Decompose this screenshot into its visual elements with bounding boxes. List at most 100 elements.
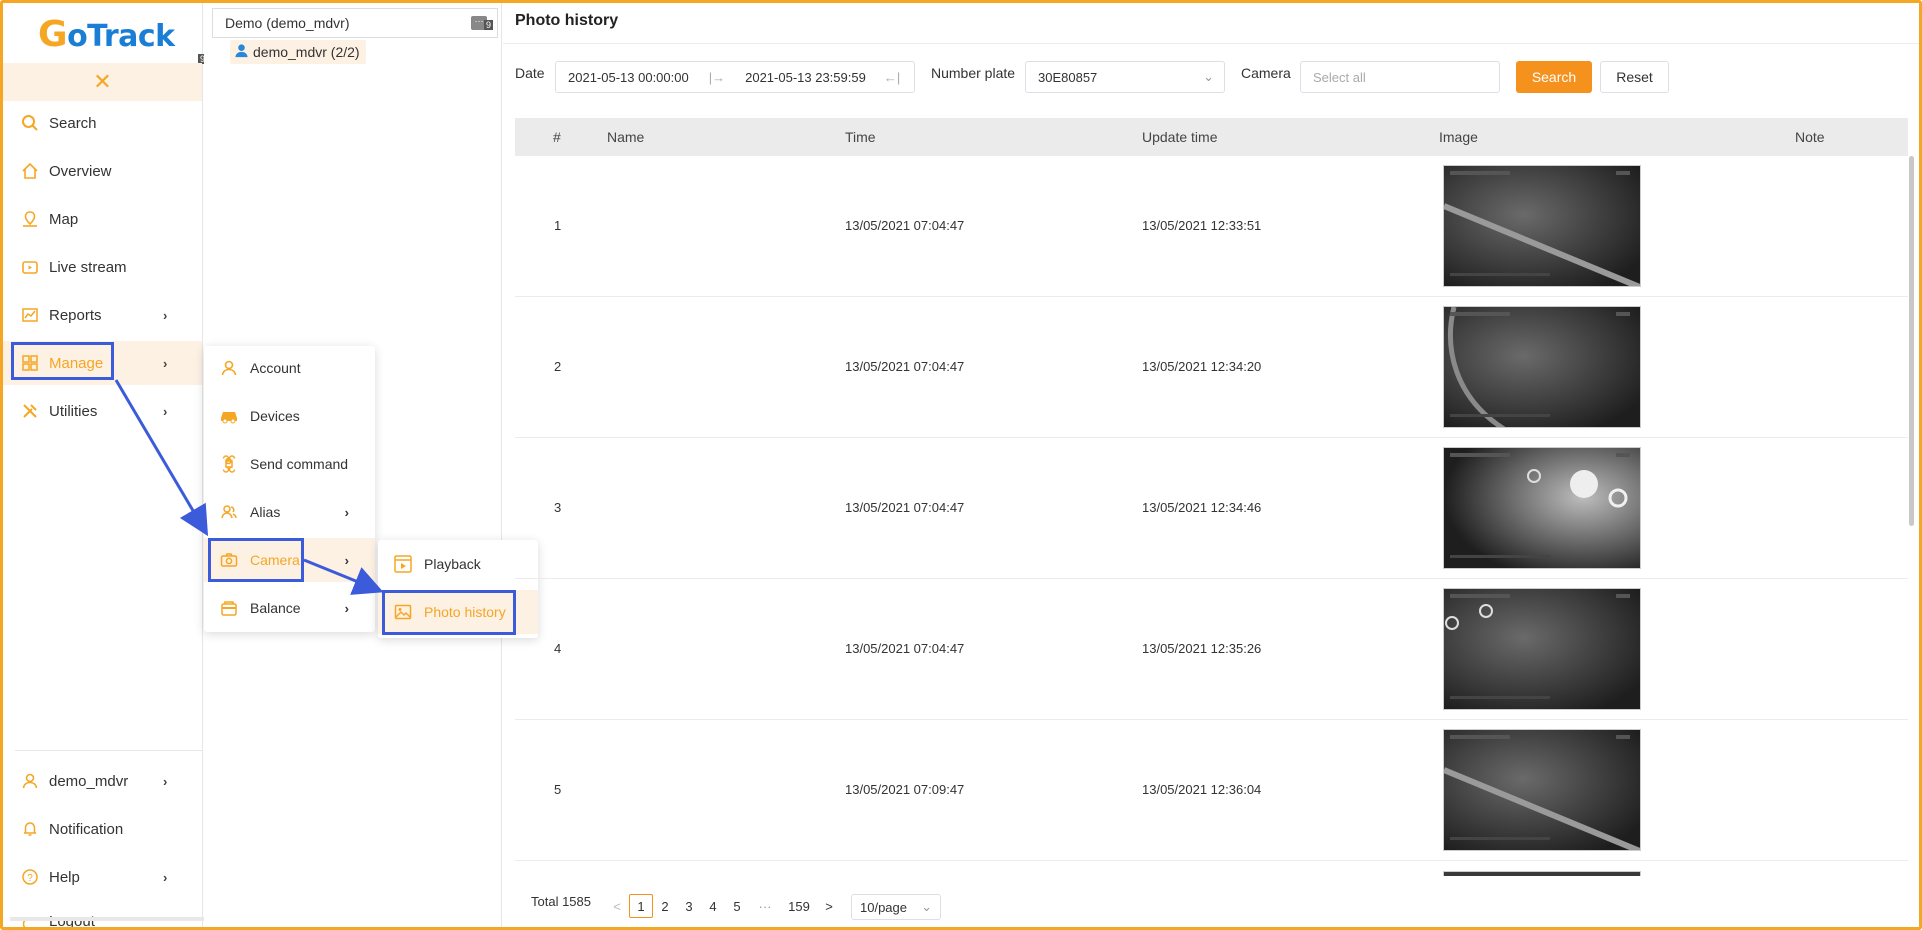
- user-icon: [234, 43, 249, 61]
- sidebar-item-overview[interactable]: Overview: [3, 149, 202, 193]
- photo-thumbnail-partial[interactable]: [1443, 871, 1641, 876]
- camera-select[interactable]: Select all: [1300, 61, 1500, 93]
- chevron-right-icon: ›: [344, 504, 349, 520]
- reset-button[interactable]: Reset: [1600, 61, 1669, 93]
- row-time: 13/05/2021 07:04:47: [845, 359, 965, 374]
- sidebar-item-label: Notification: [49, 820, 124, 838]
- column-header-update-time: Update time: [1142, 129, 1218, 145]
- sidebar-item-live-stream[interactable]: Live stream: [3, 245, 202, 289]
- search-button[interactable]: Search: [1516, 61, 1592, 93]
- photo-thumbnail[interactable]: [1443, 306, 1641, 428]
- page-button-last[interactable]: 159: [785, 894, 813, 918]
- photo-timestamp-overlay: [1450, 735, 1510, 739]
- menu-item-send-command[interactable]: Send command: [204, 442, 375, 486]
- sidebar-item-manage[interactable]: Manage ›: [3, 341, 202, 385]
- menu-item-label: Balance: [250, 600, 301, 616]
- table-row[interactable]: 2 13/05/2021 07:04:47 13/05/2021 12:34:20: [515, 297, 1908, 438]
- table-row[interactable]: 1 13/05/2021 07:04:47 13/05/2021 12:33:51: [515, 156, 1908, 297]
- photo-footer-overlay: [1450, 414, 1550, 417]
- photo-thumbnail-image: [1444, 589, 1640, 709]
- chevron-right-icon: ›: [163, 307, 168, 323]
- menu-item-label: Photo history: [424, 604, 506, 620]
- next-page-button[interactable]: >: [821, 894, 837, 918]
- menu-item-alias[interactable]: Alias ›: [204, 490, 375, 534]
- camera-select-placeholder: Select all: [1313, 69, 1366, 85]
- sidebar-item-utilities[interactable]: Utilities ›: [3, 389, 202, 433]
- tree-collapse-tag[interactable]: 9: [484, 20, 494, 30]
- tools-icon: [19, 400, 41, 422]
- row-update-time: 13/05/2021 12:33:51: [1142, 218, 1262, 233]
- pagination-total: Total 1585: [531, 894, 591, 909]
- search-icon: [19, 112, 41, 134]
- page-button-4[interactable]: 4: [703, 894, 723, 918]
- page-button-2[interactable]: 2: [655, 894, 675, 918]
- sidebar-item-reports[interactable]: Reports ›: [3, 293, 202, 337]
- sidebar-item-help[interactable]: ? Help ›: [3, 855, 202, 899]
- chart-icon: [19, 304, 41, 326]
- date-from-value[interactable]: 2021-05-13 00:00:00: [568, 70, 689, 85]
- row-update-time: 13/05/2021 12:34:46: [1142, 500, 1262, 515]
- user-icon: [19, 770, 41, 792]
- sidebar-item-notification[interactable]: Notification: [3, 807, 202, 851]
- gotrack-logo[interactable]: GoTrack: [38, 11, 175, 57]
- range-end-icon: ←|: [883, 69, 901, 85]
- sidebar-item-logout[interactable]: Logout: [3, 903, 202, 927]
- help-icon: ?: [19, 866, 41, 888]
- page-size-value: 10/page: [860, 899, 907, 915]
- menu-item-label: Camera: [250, 552, 300, 568]
- menu-item-camera[interactable]: Camera ›: [204, 538, 375, 582]
- row-update-time: 13/05/2021 12:35:26: [1142, 641, 1262, 656]
- sidebar-item-user[interactable]: demo_mdvr ›: [3, 759, 202, 803]
- row-time: 13/05/2021 07:04:47: [845, 500, 965, 515]
- page-button-3[interactable]: 3: [679, 894, 699, 918]
- date-label: Date: [515, 65, 545, 81]
- table-row[interactable]: 3 13/05/2021 07:04:47 13/05/2021 12:34:46: [515, 438, 1908, 579]
- menu-item-label: Account: [250, 360, 301, 376]
- menu-item-devices[interactable]: Devices: [204, 394, 375, 438]
- user-icon: [218, 359, 240, 377]
- image-icon: [392, 604, 414, 620]
- number-plate-select[interactable]: 30E80857 ⌄: [1025, 61, 1225, 93]
- table-row[interactable]: 4 13/05/2021 07:04:47 13/05/2021 12:35:26: [515, 579, 1908, 720]
- date-range-picker[interactable]: 2021-05-13 00:00:00 |→ 2021-05-13 23:59:…: [555, 61, 915, 93]
- menu-item-label: Playback: [424, 556, 481, 572]
- camera-icon: [218, 552, 240, 568]
- title-divider: [503, 43, 1919, 44]
- photo-channel-overlay: [1616, 594, 1630, 598]
- close-menu-button[interactable]: ✕: [3, 63, 202, 101]
- row-time: 13/05/2021 07:09:47: [845, 782, 965, 797]
- photo-channel-overlay: [1616, 735, 1630, 739]
- home-icon: [19, 160, 41, 182]
- row-time: 13/05/2021 07:04:47: [845, 641, 965, 656]
- sidebar-item-label: Search: [49, 114, 97, 132]
- row-number: 3: [554, 500, 562, 515]
- table-scrollbar[interactable]: [1909, 156, 1914, 526]
- tree-node-demo-mdvr[interactable]: demo_mdvr (2/2): [230, 40, 366, 64]
- sidebar: GoTrack 9 ✕ Search Overview Map Live str…: [3, 3, 208, 927]
- page-button-1[interactable]: 1: [629, 894, 653, 918]
- sidebar-item-map[interactable]: Map: [3, 197, 202, 241]
- menu-item-balance[interactable]: Balance ›: [204, 586, 375, 630]
- photo-thumbnail-image: [1444, 307, 1640, 427]
- account-select[interactable]: Demo (demo_mdvr) ···: [212, 8, 498, 38]
- number-plate-value: 30E80857: [1038, 69, 1098, 85]
- sidebar-item-search[interactable]: Search: [3, 101, 202, 145]
- photo-thumbnail[interactable]: [1443, 447, 1641, 569]
- photo-thumbnail[interactable]: [1443, 165, 1641, 287]
- menu-item-account[interactable]: Account: [204, 346, 375, 390]
- photo-footer-overlay: [1450, 273, 1550, 276]
- photo-thumbnail[interactable]: [1443, 588, 1641, 710]
- camera-label: Camera: [1241, 65, 1291, 81]
- page-button-5[interactable]: 5: [727, 894, 747, 918]
- page-size-select[interactable]: 10/page ⌄: [851, 894, 941, 920]
- page-ellipsis[interactable]: ···: [753, 894, 777, 918]
- row-number: 4: [554, 641, 562, 656]
- prev-page-button[interactable]: <: [609, 894, 625, 918]
- photo-thumbnail-image: [1444, 448, 1640, 568]
- date-to-value[interactable]: 2021-05-13 23:59:59: [745, 70, 866, 85]
- menu-item-label: Send command: [250, 456, 349, 472]
- photo-thumbnail[interactable]: [1443, 729, 1641, 851]
- column-header-image: Image: [1439, 129, 1478, 145]
- logo-g: G: [38, 13, 68, 55]
- table-row[interactable]: 5 13/05/2021 07:09:47 13/05/2021 12:36:04: [515, 720, 1908, 861]
